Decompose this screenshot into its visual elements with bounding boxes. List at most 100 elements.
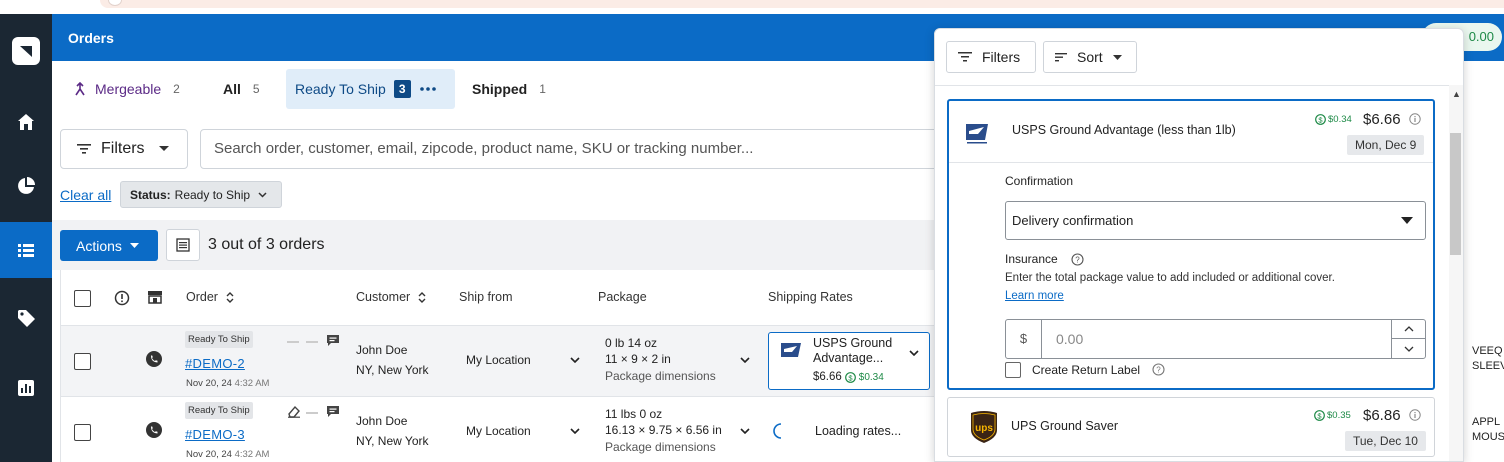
info-icon[interactable] — [1409, 409, 1421, 421]
ship-from-select[interactable]: My Location — [466, 353, 531, 367]
chevron-down-icon[interactable] — [570, 428, 580, 434]
shipping-rates-panel: Filters Sort ▲ USPS Ground Advantage (le… — [934, 28, 1464, 462]
rate-option-ups[interactable]: ups UPS Ground Saver $ $0.35 $6.86 Tue, … — [947, 397, 1435, 457]
order-link[interactable]: #DEMO-3 — [185, 427, 245, 442]
select-all-checkbox[interactable] — [74, 290, 91, 307]
customer-column-header[interactable]: Customer — [356, 290, 426, 304]
ship-from-select[interactable]: My Location — [466, 424, 531, 438]
comment-icon[interactable] — [326, 334, 340, 347]
tab-label: Ready To Ship — [295, 81, 386, 97]
products-tag-icon[interactable] — [0, 290, 52, 346]
panel-filters-button[interactable]: Filters — [946, 41, 1036, 73]
sort-lines-icon — [1055, 53, 1067, 62]
rate-option-usps[interactable]: USPS Ground Advantage (less than 1lb) $ … — [947, 99, 1435, 390]
dollar-circle-icon: $ — [1314, 410, 1325, 421]
customer-name: John Doe — [356, 414, 408, 428]
panel-sort-button[interactable]: Sort — [1043, 41, 1137, 73]
chevron-down-icon[interactable] — [570, 357, 580, 363]
tab-shipped[interactable]: Shipped 1 — [463, 69, 555, 109]
svg-text:?: ? — [1156, 366, 1161, 375]
table-row[interactable]: Ready To Ship #DEMO-2 Nov 20, 24 4:32 AM… — [61, 326, 961, 397]
actions-button[interactable]: Actions — [60, 230, 158, 261]
chevron-down-icon — [258, 191, 267, 198]
comment-icon[interactable] — [326, 405, 340, 418]
customer-city: NY, New York — [356, 434, 429, 448]
rate-option-header[interactable]: USPS Ground Advantage (less than 1lb) $ … — [949, 101, 1433, 163]
learn-more-link[interactable]: Learn more — [1005, 290, 1064, 302]
carrier-service-name: USPS Ground Advantage (less than 1lb) — [1012, 123, 1236, 137]
sort-icon — [226, 291, 234, 303]
caret-down-icon — [129, 243, 139, 248]
scroll-up-arrow[interactable]: ▲ — [1452, 89, 1461, 99]
rate-name: USPS Ground Advantage... — [813, 336, 893, 365]
customer-name: John Doe — [356, 343, 408, 357]
filter-lines-icon — [958, 52, 972, 62]
currency-prefix: $ — [1006, 320, 1042, 358]
chevron-up-icon — [1404, 326, 1413, 332]
decrement-button[interactable] — [1392, 339, 1425, 358]
usps-logo-icon — [966, 124, 988, 144]
caret-down-icon — [1112, 54, 1122, 60]
svg-text:?: ? — [1075, 256, 1080, 265]
table-row[interactable]: Ready To Ship #DEMO-3 Nov 20, 24 4:32 AM… — [61, 397, 961, 462]
row-checkbox[interactable] — [74, 424, 91, 441]
increment-button[interactable] — [1392, 320, 1425, 339]
amount-stepper[interactable] — [1391, 320, 1425, 358]
sort-icon — [418, 291, 426, 303]
orders-list-icon[interactable] — [0, 222, 52, 278]
rate-rebate: $0.34 — [858, 371, 884, 383]
tab-ready-to-ship[interactable]: Ready To Ship 3 — [286, 69, 455, 109]
ship-from-column-header: Ship from — [459, 290, 513, 304]
rate-price: $6.66 — [1363, 111, 1401, 128]
home-icon[interactable] — [0, 94, 52, 150]
notice-bar — [100, 0, 1504, 8]
product-name-clipped: APPL MOUS — [1472, 416, 1504, 443]
ups-logo-icon: ups — [971, 411, 997, 443]
tab-label: Mergeable — [95, 81, 162, 97]
row-checkbox[interactable] — [74, 353, 91, 370]
filters-button[interactable]: Filters — [60, 129, 188, 169]
order-column-header[interactable]: Order — [186, 290, 234, 304]
chevron-down-icon[interactable] — [740, 357, 750, 363]
delivery-date: Mon, Dec 9 — [1347, 135, 1425, 155]
reports-chart-icon[interactable] — [0, 360, 52, 416]
help-icon[interactable]: ? — [1152, 363, 1165, 376]
panel-scroll-thumb[interactable] — [1450, 133, 1461, 255]
info-icon[interactable] — [1409, 113, 1421, 125]
order-header-label: Order — [186, 290, 218, 304]
return-label-checkbox[interactable] — [1005, 362, 1021, 378]
panel-sort-label: Sort — [1077, 49, 1103, 65]
rebate-amount: $ $0.34 — [1315, 114, 1352, 125]
package-column-header: Package — [598, 290, 647, 304]
tab-all[interactable]: All 5 — [214, 69, 269, 109]
selected-rate-card[interactable]: USPS Ground Advantage... $6.66 $ $0.34 — [768, 332, 930, 390]
actions-label: Actions — [76, 237, 122, 254]
order-link[interactable]: #DEMO-2 — [185, 356, 245, 371]
insurance-amount-input[interactable]: $ 0.00 — [1005, 319, 1426, 359]
order-date: Nov 20, 24 4:32 AM — [186, 378, 270, 389]
clear-all-link[interactable]: Clear all — [60, 187, 111, 203]
caret-down-icon — [1401, 217, 1413, 224]
app-logo[interactable] — [0, 36, 52, 68]
status-filter-chip[interactable]: Status: Ready to Ship — [120, 181, 282, 208]
search-input[interactable]: Search order, customer, email, zipcode, … — [200, 129, 960, 169]
insurance-label: Insurance — [1005, 252, 1058, 266]
phone-icon — [146, 422, 162, 438]
dollar-circle-icon: $ — [844, 371, 856, 383]
panel-divider — [935, 85, 1449, 86]
help-icon[interactable]: ? — [1071, 253, 1084, 266]
list-view-icon — [176, 238, 190, 252]
confirmation-select[interactable]: Delivery confirmation — [1005, 201, 1426, 240]
eraser-icon[interactable] — [287, 405, 301, 418]
tab-mergeable[interactable]: Mergeable 2 — [64, 69, 189, 109]
package-dims: 16.13 × 9.75 × 6.56 in — [605, 423, 722, 437]
package-weight: 11 lbs 0 oz — [605, 407, 663, 421]
dashboard-pie-icon[interactable] — [0, 158, 52, 214]
chevron-down-icon[interactable] — [740, 428, 750, 434]
tab-label: Shipped — [472, 81, 528, 97]
more-options-icon[interactable] — [419, 86, 436, 92]
amount-value[interactable]: 0.00 — [1056, 320, 1083, 358]
return-label-text: Create Return Label — [1032, 363, 1141, 377]
customer-header-label: Customer — [356, 290, 411, 304]
list-view-button[interactable] — [166, 229, 200, 261]
